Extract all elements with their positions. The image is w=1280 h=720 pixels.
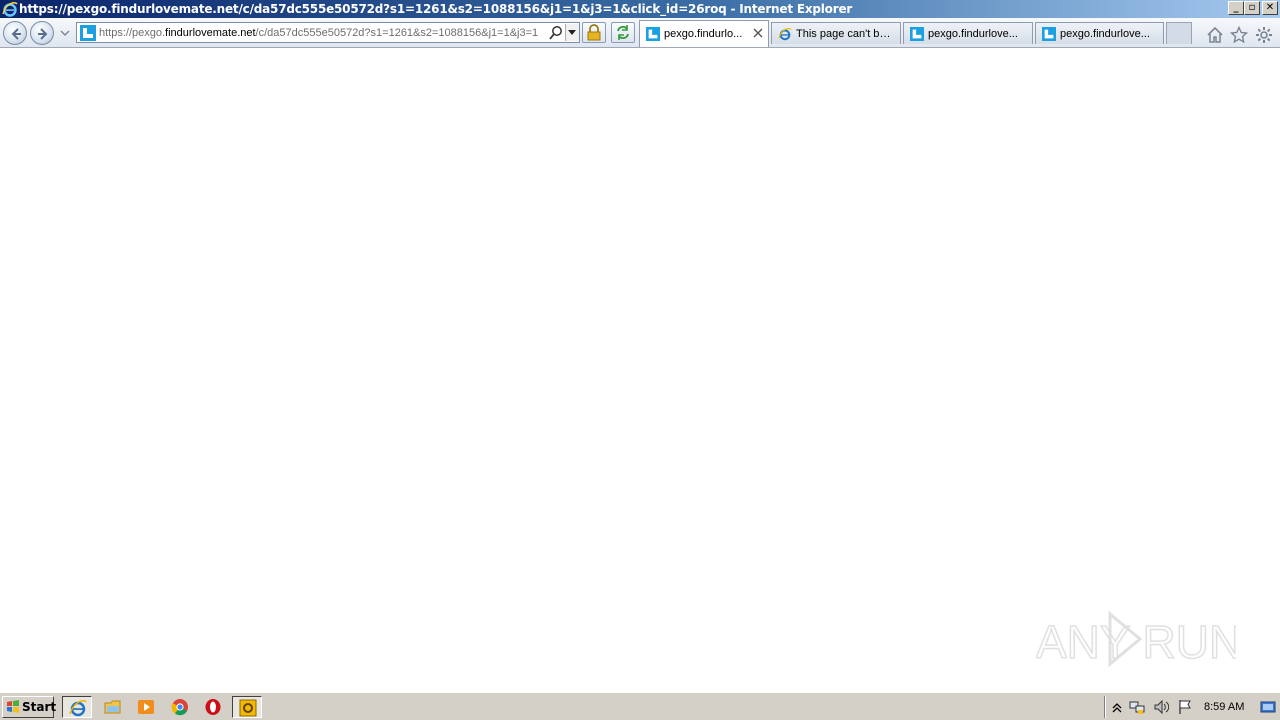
taskbar-outlook-button[interactable] xyxy=(232,696,262,718)
close-tab-icon[interactable] xyxy=(753,28,763,38)
home-icon[interactable] xyxy=(1206,26,1224,44)
opera-icon xyxy=(205,699,221,715)
media-player-icon xyxy=(138,700,154,714)
taskbar-chrome-button[interactable] xyxy=(165,696,195,718)
back-arrow-icon xyxy=(11,28,21,40)
forward-arrow-icon xyxy=(38,28,48,40)
system-clock[interactable]: 8:59 AM xyxy=(1204,700,1244,714)
security-lock-button[interactable] xyxy=(582,22,606,43)
forward-button[interactable] xyxy=(30,21,54,45)
tab-pexgo-2[interactable]: pexgo.findurlove... xyxy=(903,22,1033,44)
restore-button[interactable]: ▫ xyxy=(1244,1,1260,15)
show-hidden-icons-icon[interactable] xyxy=(1109,699,1125,715)
tab-label: This page can't be... xyxy=(796,28,894,40)
windows-logo-icon xyxy=(7,700,19,713)
url-path: /c/da57dc555e50572d?s1=1261&s2=1088156&j… xyxy=(255,27,539,39)
url-prefix: https://pexgo. xyxy=(99,27,166,39)
site-favicon-icon xyxy=(910,27,924,41)
ie-logo-icon xyxy=(2,2,18,17)
network-icon[interactable] xyxy=(1129,699,1145,715)
window-title: https://pexgo.findurlovemate.net/c/da57d… xyxy=(19,2,853,16)
url-domain: findurlovemate.net xyxy=(165,27,256,39)
action-center-flag-icon[interactable] xyxy=(1177,699,1193,715)
site-favicon-icon xyxy=(1042,27,1056,41)
chrome-icon xyxy=(171,699,188,716)
show-desktop-icon[interactable] xyxy=(1259,697,1277,717)
minimize-button[interactable]: _ xyxy=(1228,1,1244,15)
anyrun-watermark: ANY RUN xyxy=(1036,610,1236,669)
tab-active[interactable]: pexgo.findurlo... xyxy=(639,20,769,47)
recent-pages-dropdown-icon[interactable] xyxy=(60,29,70,37)
site-favicon-icon xyxy=(80,25,96,41)
address-dropdown-button[interactable] xyxy=(565,24,579,41)
taskbar-explorer-button[interactable] xyxy=(98,696,128,718)
close-window-button[interactable]: ✕ xyxy=(1262,1,1278,15)
windows-taskbar: Start 8:59 AM xyxy=(0,692,1280,720)
volume-icon[interactable] xyxy=(1153,699,1169,715)
refresh-icon xyxy=(617,25,629,40)
tab-label: pexgo.findurlove... xyxy=(1060,28,1150,40)
ie-icon xyxy=(778,27,792,41)
window-titlebar: https://pexgo.findurlovemate.net/c/da57d… xyxy=(0,0,1280,18)
ie-icon xyxy=(69,700,87,717)
taskbar-media-player-button[interactable] xyxy=(131,696,161,718)
tab-label: pexgo.findurlove... xyxy=(928,28,1018,40)
start-label: Start xyxy=(22,700,57,714)
tools-gear-icon[interactable] xyxy=(1255,26,1273,44)
explorer-folder-icon xyxy=(104,700,121,714)
taskbar-opera-button[interactable] xyxy=(198,696,228,718)
tab-label: pexgo.findurlo... xyxy=(664,28,743,40)
lock-icon xyxy=(587,24,601,41)
chevron-down-icon xyxy=(568,30,576,35)
address-bar[interactable]: https://pexgo.findurlovemate.net/c/da57d… xyxy=(76,22,580,43)
start-button[interactable]: Start xyxy=(2,696,57,718)
back-button[interactable] xyxy=(3,21,27,45)
new-tab-button[interactable] xyxy=(1166,22,1192,44)
compatibility-refresh-button[interactable] xyxy=(611,22,635,43)
taskbar-ie-button[interactable] xyxy=(62,696,92,718)
favorites-star-icon[interactable] xyxy=(1230,26,1248,44)
tray-separator xyxy=(1104,696,1106,718)
site-favicon-icon xyxy=(646,27,660,41)
page-content xyxy=(0,48,1280,692)
search-icon[interactable] xyxy=(548,25,564,41)
url-text[interactable]: https://pexgo.findurlovemate.net/c/da57d… xyxy=(99,26,545,40)
outlook-icon xyxy=(239,699,257,717)
tab-pexgo-3[interactable]: pexgo.findurlove... xyxy=(1035,22,1164,44)
tab-page-cant-be-displayed[interactable]: This page can't be... xyxy=(771,22,901,44)
